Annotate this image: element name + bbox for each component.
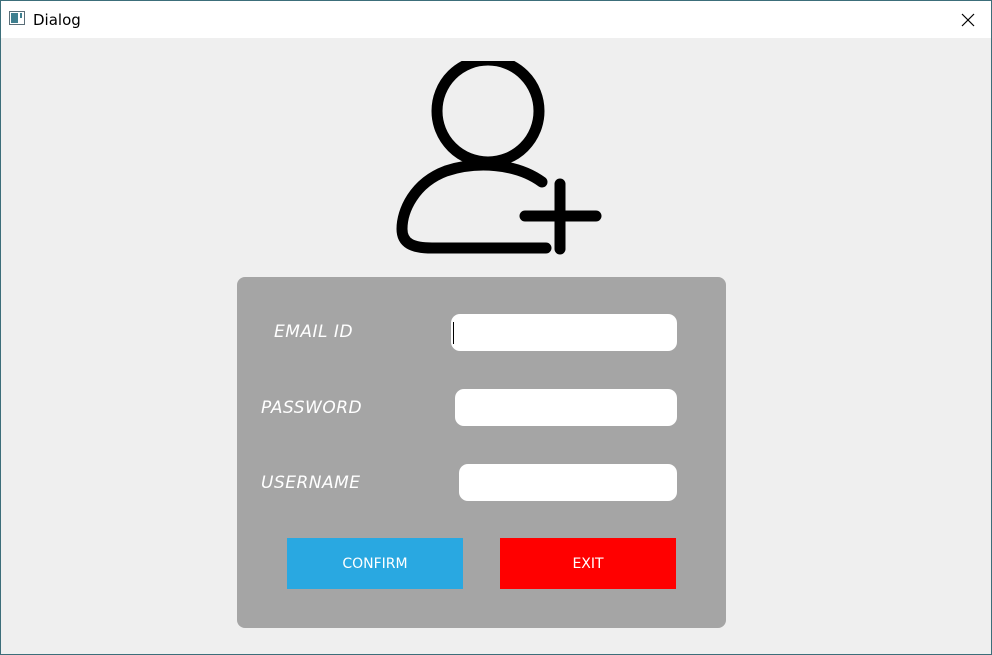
confirm-button-label: CONFIRM [342, 555, 408, 572]
title-bar: Dialog [1, 1, 991, 38]
confirm-button[interactable]: CONFIRM [287, 538, 463, 589]
password-field[interactable] [455, 389, 677, 426]
password-label: PASSWORD [261, 398, 363, 418]
username-label: USERNAME [261, 473, 361, 493]
window-app-icon [9, 11, 25, 25]
exit-button-label: EXIT [572, 555, 604, 572]
add-user-icon [396, 61, 602, 255]
window-title: Dialog [33, 11, 81, 29]
username-field[interactable] [459, 464, 677, 501]
close-icon [961, 13, 975, 26]
close-button[interactable] [945, 1, 991, 38]
dialog-window: Dialog EMAIL ID PASSWORD USERNAME CONFIR… [0, 0, 992, 655]
text-caret [453, 322, 454, 344]
email-label: EMAIL ID [274, 322, 354, 342]
exit-button[interactable]: EXIT [500, 538, 676, 589]
email-field[interactable] [451, 314, 677, 351]
